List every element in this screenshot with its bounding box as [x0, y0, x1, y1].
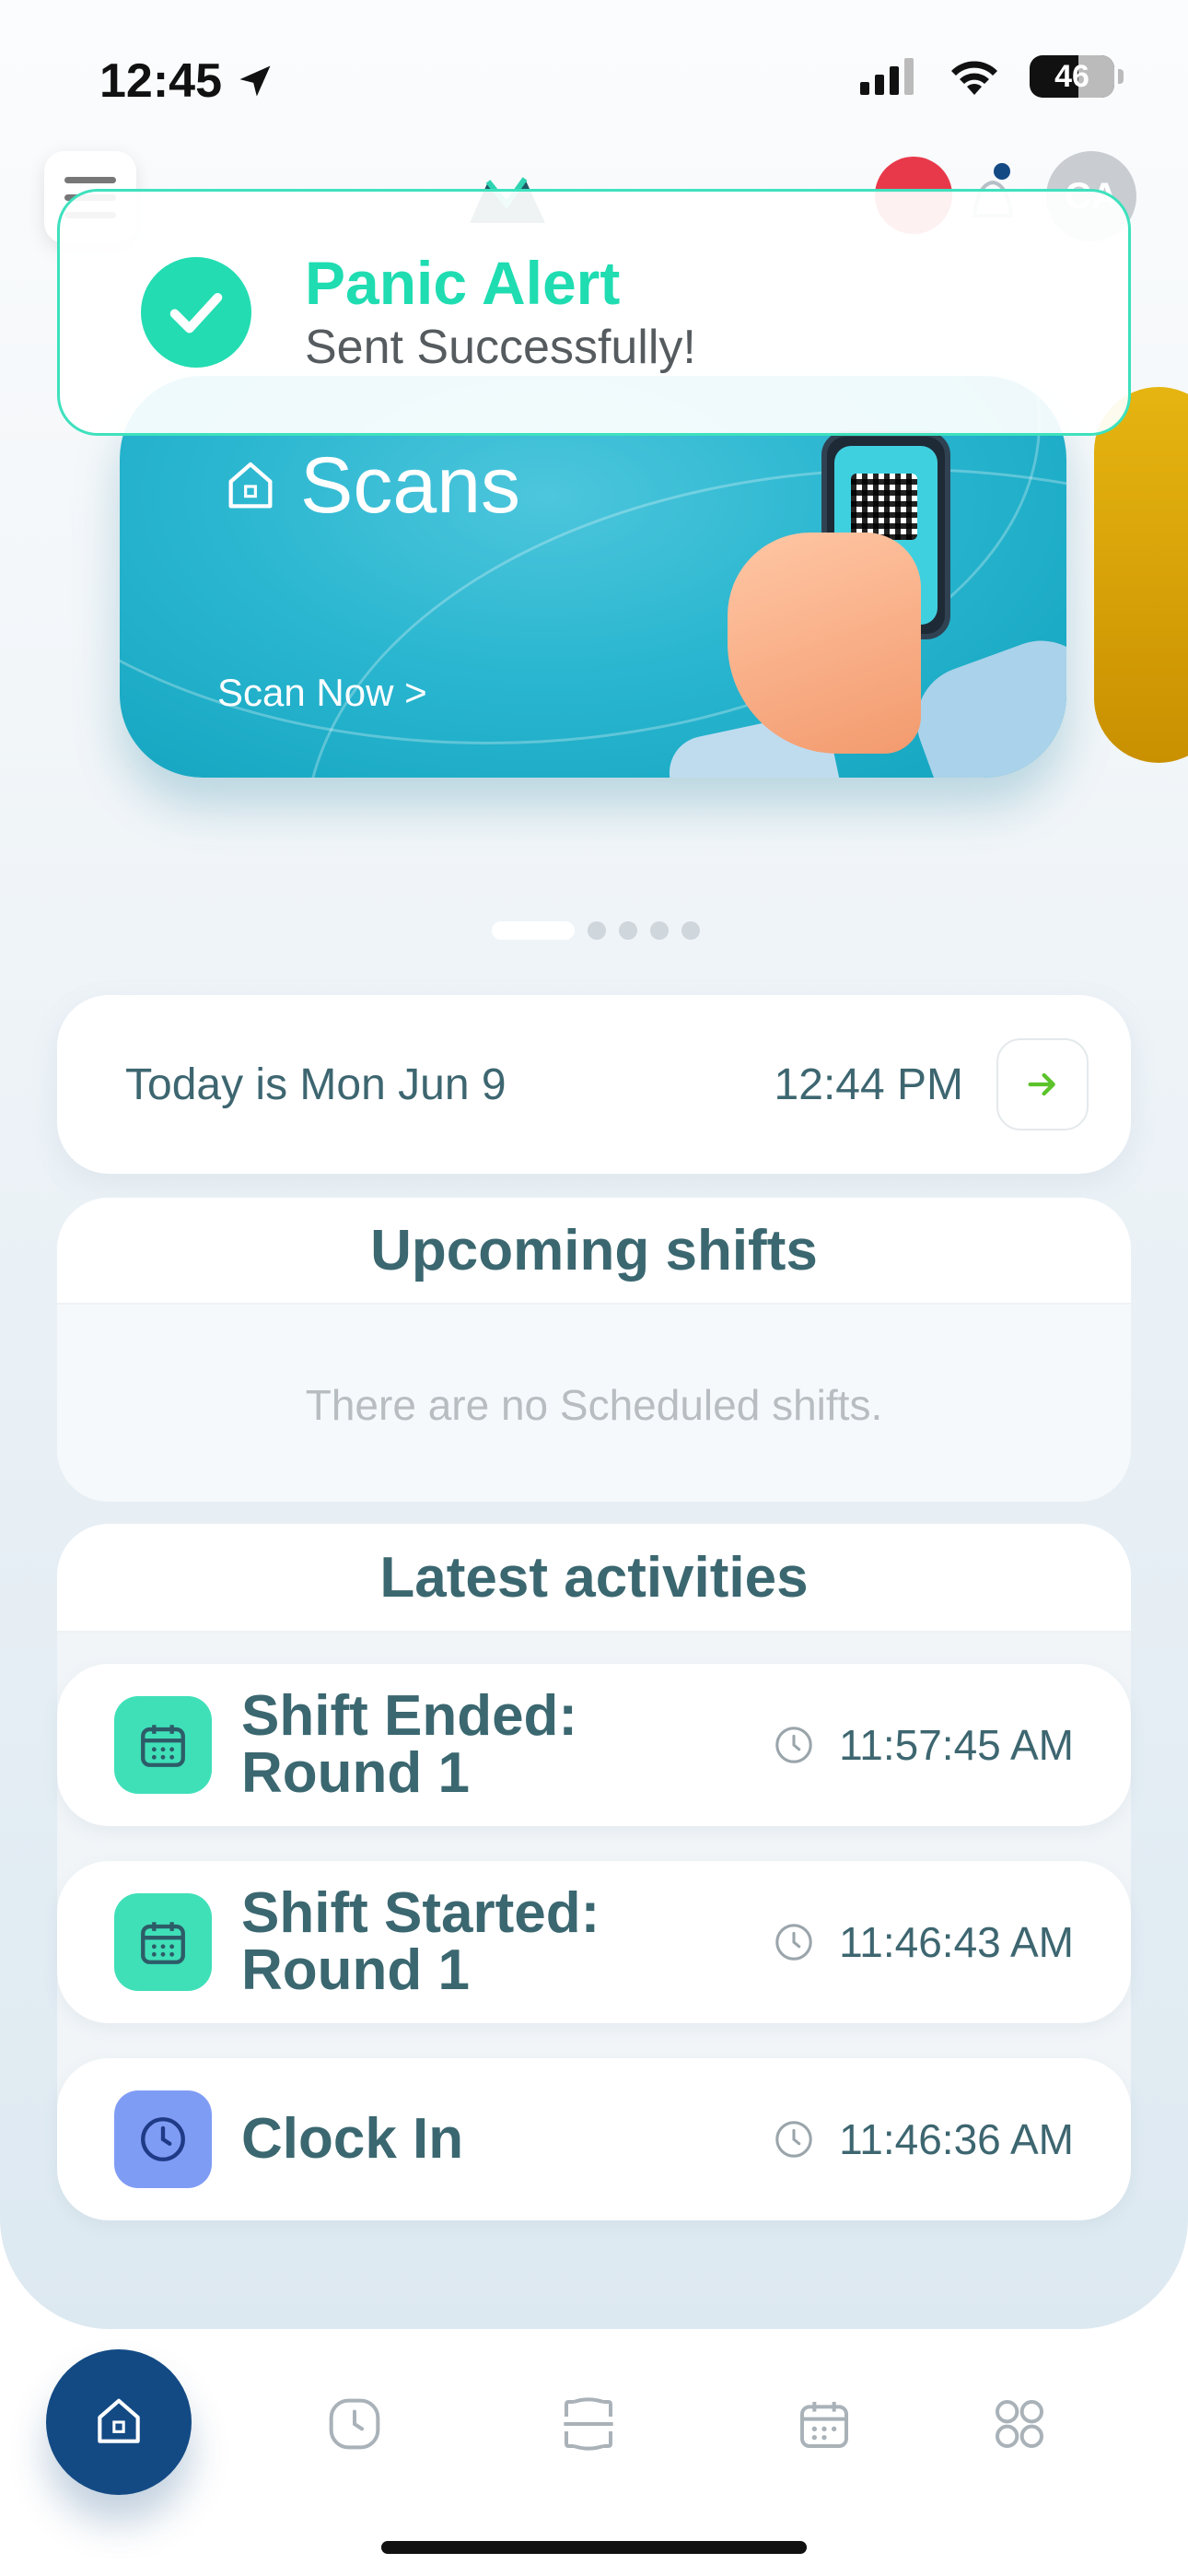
tab-more[interactable] — [987, 2392, 1052, 2456]
panic-alert-toast[interactable]: Panic Alert Sent Successfully! — [57, 189, 1131, 436]
toast-message: Sent Successfully! — [305, 321, 696, 375]
status-time: 12:45 — [99, 53, 275, 109]
home-indicator[interactable] — [381, 2541, 807, 2554]
home-icon — [98, 2398, 140, 2443]
calendar-icon — [114, 1893, 212, 1991]
qr-code-icon — [851, 474, 917, 540]
battery-indicator: 46 — [1030, 55, 1124, 98]
tab-scan[interactable] — [556, 2392, 621, 2456]
tab-schedule[interactable] — [792, 2392, 856, 2456]
clock-icon — [775, 2121, 812, 2158]
carousel-dot-active[interactable] — [492, 921, 575, 940]
grid-icon — [996, 2400, 1043, 2448]
carousel-pagination — [492, 921, 700, 940]
carousel-dot[interactable] — [681, 921, 700, 940]
status-time-label: 12:45 — [99, 54, 222, 108]
calendar-icon — [114, 1696, 212, 1794]
carousel-dot[interactable] — [588, 921, 606, 940]
home-screen: 12:45 46 CA — [0, 0, 1188, 2329]
activity-item[interactable]: Shift Ended: Round 1 11:57:45 AM — [57, 1664, 1131, 1826]
upcoming-shifts-panel: Upcoming shifts There are no Scheduled s… — [57, 1198, 1131, 1502]
activity-time: 11:46:36 AM — [839, 2115, 1074, 2163]
clock-icon — [114, 2090, 212, 2188]
wifi-icon — [951, 61, 997, 95]
activity-item[interactable]: Clock In 11:46:36 AM — [57, 2058, 1131, 2220]
activity-time: 11:57:45 AM — [839, 1721, 1074, 1769]
scan-now-link[interactable]: Scan Now > — [217, 671, 427, 715]
battery-level: 46 — [1054, 58, 1089, 94]
tab-home[interactable] — [46, 2349, 192, 2495]
scans-card-title: Scans — [221, 440, 520, 532]
next-carousel-card[interactable] — [1094, 387, 1188, 763]
clock-icon — [775, 1924, 812, 1961]
carousel-dot[interactable] — [650, 921, 669, 940]
arrow-right-icon — [1028, 1072, 1055, 1096]
tab-history[interactable] — [322, 2392, 387, 2456]
today-date: Today is Mon Jun 9 — [125, 1060, 507, 1109]
clock-icon — [775, 1727, 812, 1763]
clock-icon — [329, 2398, 380, 2450]
activity-item[interactable]: Shift Started: Round 1 11:46:43 AM — [57, 1861, 1131, 2023]
current-time: 12:44 PM — [774, 1060, 963, 1109]
scans-card[interactable]: Scans Scan Now > — [120, 376, 1066, 778]
location-arrow-icon — [239, 65, 271, 97]
check-circle-icon — [141, 257, 251, 368]
date-arrow-button[interactable] — [996, 1038, 1089, 1130]
activity-label: Shift Ended: Round 1 — [241, 1684, 578, 1805]
scans-title-label: Scans — [300, 441, 521, 530]
cellular-signal-icon — [860, 58, 914, 95]
activity-label: Clock In — [241, 2107, 464, 2171]
activity-time: 11:46:43 AM — [839, 1918, 1074, 1966]
no-shifts-message: There are no Scheduled shifts. — [305, 1381, 883, 1429]
scan-icon — [564, 2397, 613, 2451]
toast-title: Panic Alert — [305, 248, 621, 317]
latest-activities-title: Latest activities — [57, 1524, 1131, 1633]
status-icons: 46 — [860, 55, 1124, 98]
home-icon — [228, 462, 273, 508]
menu-icon — [64, 176, 116, 183]
activity-label: Shift Started: Round 1 — [241, 1881, 600, 2002]
upcoming-shifts-title: Upcoming shifts — [57, 1198, 1131, 1305]
date-card: Today is Mon Jun 9 12:44 PM — [57, 995, 1131, 1174]
calendar-icon — [800, 2402, 848, 2448]
carousel-dot[interactable] — [619, 921, 637, 940]
